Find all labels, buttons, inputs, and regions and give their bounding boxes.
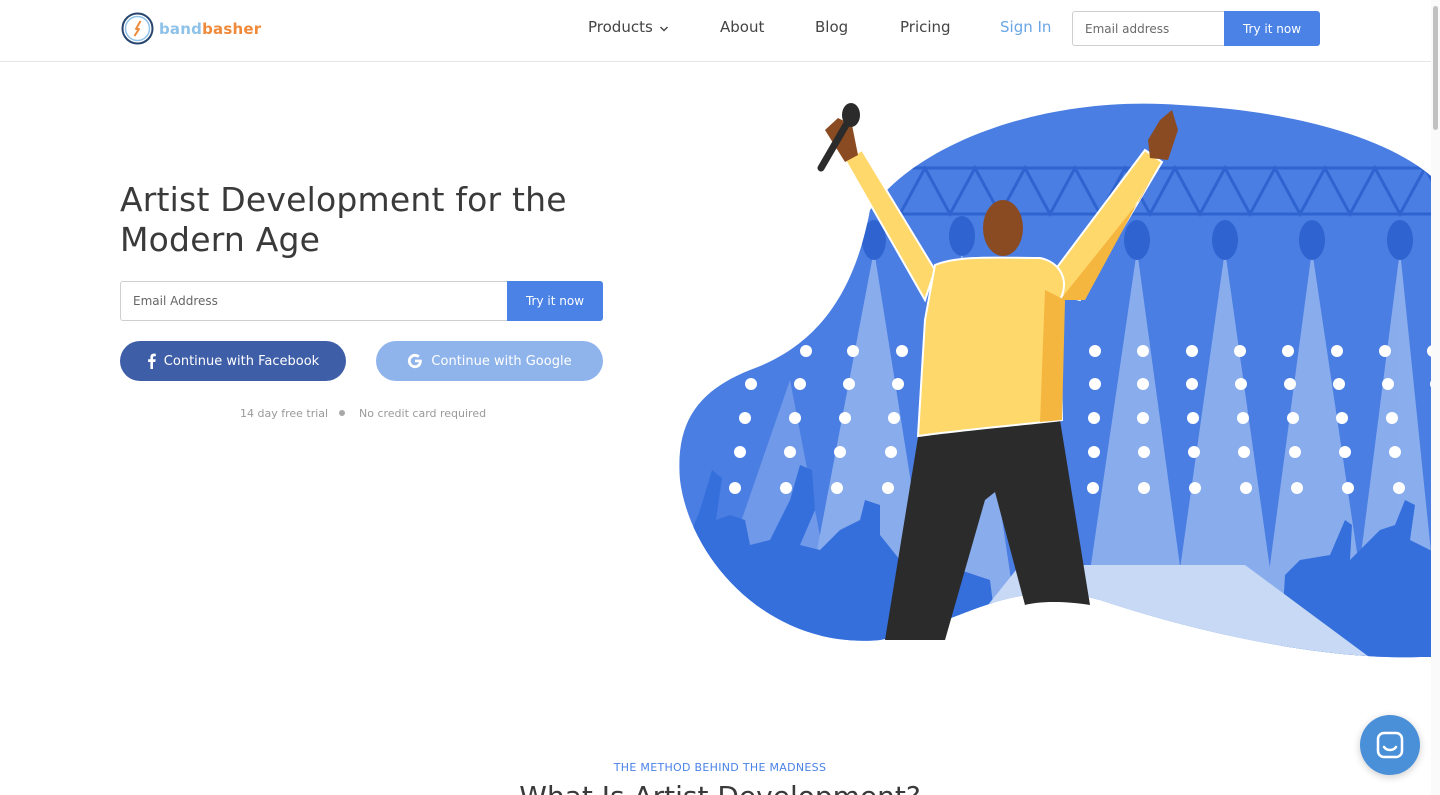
- note-separator-dot: [339, 410, 345, 416]
- hero-try-button[interactable]: Try it now: [507, 281, 603, 321]
- concert-illustration: [679, 103, 1440, 658]
- page-scrollbar-thumb[interactable]: [1433, 6, 1438, 130]
- hero-email-input[interactable]: [120, 281, 508, 321]
- nav-about[interactable]: About: [720, 18, 764, 36]
- sign-in-link[interactable]: Sign In: [1000, 18, 1051, 36]
- nav-pricing[interactable]: Pricing: [900, 18, 951, 36]
- section-title: What Is Artist Development?: [0, 780, 1440, 795]
- site-header: bandbasher Products About Blog Pricing S…: [0, 0, 1440, 62]
- nav-blog[interactable]: Blog: [815, 18, 848, 36]
- header-try-button[interactable]: Try it now: [1224, 11, 1320, 46]
- chat-launcher-button[interactable]: [1360, 715, 1420, 775]
- facebook-login-label: Continue with Facebook: [163, 353, 320, 369]
- facebook-login-button[interactable]: Continue with Facebook: [120, 341, 346, 381]
- header-email-input[interactable]: [1072, 11, 1225, 46]
- chat-icon: [1376, 731, 1404, 759]
- no-credit-card-note: No credit card required: [359, 407, 487, 420]
- free-trial-note: 14 day free trial: [240, 407, 329, 420]
- chevron-down-icon: [659, 26, 668, 31]
- section-eyebrow: THE METHOD BEHIND THE MADNESS: [613, 761, 827, 774]
- nav-products-label: Products: [588, 18, 653, 36]
- logo-text: bandbasher: [159, 19, 262, 38]
- google-icon: [407, 353, 423, 369]
- compass-logo-icon: [121, 12, 154, 45]
- nav-products[interactable]: Products: [588, 18, 669, 36]
- facebook-icon: [147, 353, 156, 369]
- logo[interactable]: bandbasher: [121, 12, 261, 45]
- google-login-label: Continue with Google: [431, 353, 572, 369]
- hero-title: Artist Development for the Modern Age: [120, 180, 567, 259]
- google-login-button[interactable]: Continue with Google: [376, 341, 603, 381]
